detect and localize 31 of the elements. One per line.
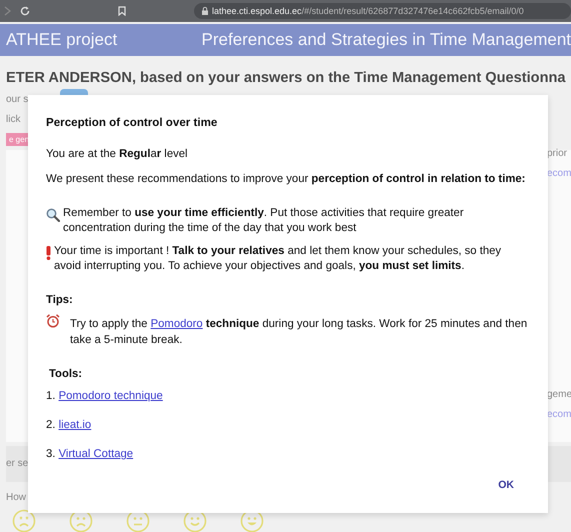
level-text: You are at the Regular level [46, 147, 189, 162]
result-heading: ETER ANDERSON, based on your answers on the Time Management Questionna [6, 70, 567, 86]
magnifier-icon [46, 208, 60, 222]
forward-icon[interactable] [4, 6, 12, 16]
alarm-clock-icon [46, 314, 60, 328]
section-title: er se [6, 458, 28, 469]
list-number: 2. [46, 419, 56, 431]
dialog-title: Perception of control over time [46, 116, 218, 129]
tip-text: Try to apply the Pomodoro technique during your long tasks. Work for 25 minutes and then take a 5-minute break. [70, 317, 528, 348]
tool-link[interactable]: Pomodoro technique [58, 390, 163, 402]
ok-button[interactable]: OK [496, 477, 516, 493]
bookmark-icon[interactable] [118, 6, 126, 16]
list-number: 1. [46, 390, 56, 402]
address-bar[interactable]: lathee.cti.espol.edu.ec/#/student/result/626877d327476e14c662fcb5/email/0/0 [194, 3, 571, 19]
page-title: Preferences and Strategies in Time Management [200, 30, 571, 50]
question-text: How [6, 492, 28, 503]
text-fragment: our s [6, 93, 30, 107]
reload-icon[interactable] [20, 6, 30, 16]
list-number: 3. [46, 448, 56, 460]
tools-heading: Tools: [49, 368, 84, 380]
recommendation-text: Remember to use your time efficiently. Put those activities that require greater concentration during the time of the day that you work best [63, 206, 465, 236]
text-fragment: lick [6, 113, 22, 127]
lock-icon [202, 7, 208, 15]
tool-link[interactable]: Virtual Cottage [58, 448, 134, 460]
tips-heading: Tips: [46, 294, 74, 306]
tool-link[interactable]: lieat.io [58, 419, 92, 431]
exclamation-icon [46, 246, 51, 260]
smiley-icon[interactable] [12, 509, 36, 532]
recommendation-text: Your time is important ! Talk to your relatives and let them know your schedules, so they avoid interrupting you. To achieve your objectives and goals, you must set limits. [54, 244, 502, 274]
intro-text: We present these recommendations to improve your perception of control in relation to time: [46, 172, 526, 187]
pomodoro-link[interactable]: Pomodoro [150, 318, 203, 330]
